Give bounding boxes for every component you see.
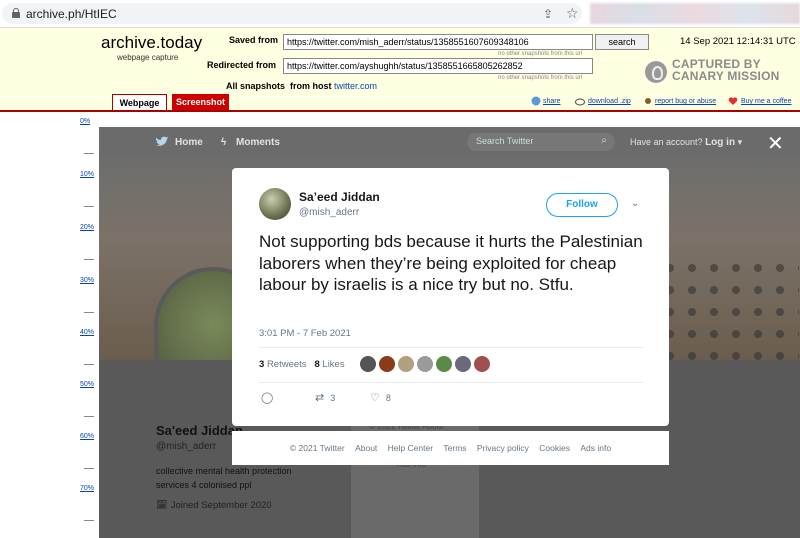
- likes-count[interactable]: 8: [314, 359, 319, 370]
- footer-privacy[interactable]: Privacy policy: [477, 443, 529, 453]
- ruler-label-70[interactable]: 70%: [80, 485, 94, 492]
- reply-icon: ◯: [261, 392, 274, 404]
- profile-joined: 🗓 Joined September 2020: [156, 500, 272, 511]
- canary-bird-icon: [645, 61, 667, 83]
- twitter-search-input[interactable]: Search Twitter ⌕: [467, 133, 615, 151]
- ruler-label-20[interactable]: 20%: [80, 224, 94, 231]
- retweet-icon: ⇄: [315, 392, 325, 404]
- archive-header: archive.today webpage capture Saved from…: [0, 28, 800, 111]
- redirected-from-field[interactable]: https://twitter.com/ayshughh/status/1358…: [283, 58, 593, 74]
- canary-mission-badge: CAPTURED BY CANARY MISSION: [672, 58, 779, 82]
- ruler-label-10[interactable]: 10%: [80, 171, 94, 178]
- liker-avatar[interactable]: [379, 356, 395, 372]
- likes-label[interactable]: Likes: [322, 359, 344, 370]
- report-link[interactable]: report bug or abuse: [655, 98, 716, 105]
- archive-logo-subtitle: webpage capture: [117, 53, 179, 62]
- share-icon: [531, 96, 541, 106]
- canary-line2: CANARY MISSION: [672, 69, 780, 83]
- twitter-bird-icon[interactable]: [155, 136, 169, 148]
- ruler-label-40[interactable]: 40%: [80, 329, 94, 336]
- tweet-author-name[interactable]: Sa’eed Jiddan: [299, 190, 380, 204]
- saved-from-note: no other snapshots from this url: [498, 51, 583, 57]
- retweets-count[interactable]: 3: [259, 359, 264, 370]
- login-link[interactable]: Log in: [705, 137, 735, 148]
- lock-icon[interactable]: [12, 8, 20, 18]
- coffee-link[interactable]: Buy me a coffee: [741, 98, 791, 105]
- nav-moments[interactable]: Moments: [236, 137, 280, 148]
- have-account-text: Have an account? Log in ▾: [630, 137, 743, 148]
- saved-from-field[interactable]: https://twitter.com/mish_aderr/status/13…: [283, 34, 593, 50]
- all-snapshots-label: All snapshots: [226, 81, 286, 91]
- tweet-timestamp[interactable]: 3:01 PM - 7 Feb 2021: [259, 328, 351, 339]
- address-url[interactable]: archive.ph/HtIEC: [26, 7, 117, 21]
- ruler-label-60[interactable]: 60%: [80, 433, 94, 440]
- twitter-footer: © 2021 Twitter About Help Center Terms P…: [232, 431, 669, 465]
- saved-from-label: Saved from: [229, 35, 279, 45]
- follow-button[interactable]: Follow: [546, 193, 618, 217]
- host-link[interactable]: twitter.com: [334, 81, 377, 91]
- profile-name: Sa'eed Jiddan: [156, 423, 243, 438]
- footer-ads-info[interactable]: Ads info: [580, 443, 611, 453]
- footer-terms[interactable]: Terms: [443, 443, 466, 453]
- bug-icon: [645, 98, 651, 104]
- liker-avatar[interactable]: [360, 356, 376, 372]
- liker-avatar[interactable]: [417, 356, 433, 372]
- search-button[interactable]: search: [595, 34, 649, 50]
- download-link[interactable]: download .zip: [588, 98, 631, 105]
- liker-avatar[interactable]: [455, 356, 471, 372]
- close-icon[interactable]: ✕: [767, 131, 784, 156]
- tweet-stats: 3 Retweets 8 Likes: [259, 359, 345, 370]
- ruler-label-30[interactable]: 30%: [80, 277, 94, 284]
- tweet-text: Not supporting bds because it hurts the …: [259, 232, 643, 294]
- profile-handle: @mish_aderr: [156, 441, 217, 452]
- from-host-label: from host: [290, 81, 332, 91]
- share-link[interactable]: share: [543, 98, 561, 105]
- heart-icon: [728, 97, 738, 105]
- tab-screenshot[interactable]: Screenshot: [172, 94, 229, 111]
- snapshot-date: 14 Sep 2021 12:14:31 UTC: [680, 36, 796, 47]
- liker-avatar[interactable]: [398, 356, 414, 372]
- browser-toolbar: archive.ph/HtIEC ⇪ ☆: [0, 0, 800, 28]
- liker-avatar[interactable]: [474, 356, 490, 372]
- retweet-action[interactable]: ⇄ 3: [315, 391, 335, 404]
- chevron-down-icon[interactable]: ⌄: [631, 198, 639, 209]
- bookmark-star-icon[interactable]: ☆: [566, 5, 579, 22]
- ruler-label-0[interactable]: 0%: [80, 118, 90, 125]
- footer-copyright: © 2021 Twitter: [289, 443, 345, 453]
- archive-logo[interactable]: archive.today: [101, 33, 202, 53]
- footer-cookies[interactable]: Cookies: [539, 443, 570, 453]
- search-icon: ⌕: [601, 135, 607, 146]
- ruler-label-50[interactable]: 50%: [80, 381, 94, 388]
- search-placeholder: Search Twitter: [476, 136, 534, 146]
- tweet-modal: Sa’eed Jiddan @mish_aderr Follow ⌄ Not s…: [232, 168, 669, 426]
- redirected-from-note: no other snapshots from this url: [498, 75, 583, 81]
- lightning-icon[interactable]: ϟ: [221, 137, 226, 148]
- blurred-extensions: [590, 3, 800, 24]
- profile-bio: collective mental health protection serv…: [156, 466, 292, 490]
- tab-webpage[interactable]: Webpage: [112, 94, 167, 111]
- all-snapshots-row: All snapshots from host twitter.com: [226, 81, 377, 91]
- footer-help-center[interactable]: Help Center: [388, 443, 433, 453]
- address-bar[interactable]: archive.ph/HtIEC ⇪ ☆: [2, 3, 582, 24]
- like-action[interactable]: ♡ 8: [370, 391, 391, 404]
- footer-about[interactable]: About: [355, 443, 377, 453]
- retweets-label[interactable]: Retweets: [267, 359, 307, 370]
- reply-action[interactable]: ◯: [261, 391, 279, 404]
- tweet-avatar[interactable]: [259, 188, 291, 220]
- heart-icon: ♡: [370, 392, 380, 404]
- redirected-from-label: Redirected from: [207, 60, 277, 70]
- nav-home[interactable]: Home: [175, 137, 203, 148]
- twitter-nav: Home ϟ Moments Search Twitter ⌕ Have an …: [99, 127, 800, 157]
- cloud-download-icon: [575, 98, 585, 106]
- liker-avatar[interactable]: [436, 356, 452, 372]
- tweet-author-handle[interactable]: @mish_aderr: [299, 207, 359, 218]
- share-icon[interactable]: ⇪: [543, 7, 553, 21]
